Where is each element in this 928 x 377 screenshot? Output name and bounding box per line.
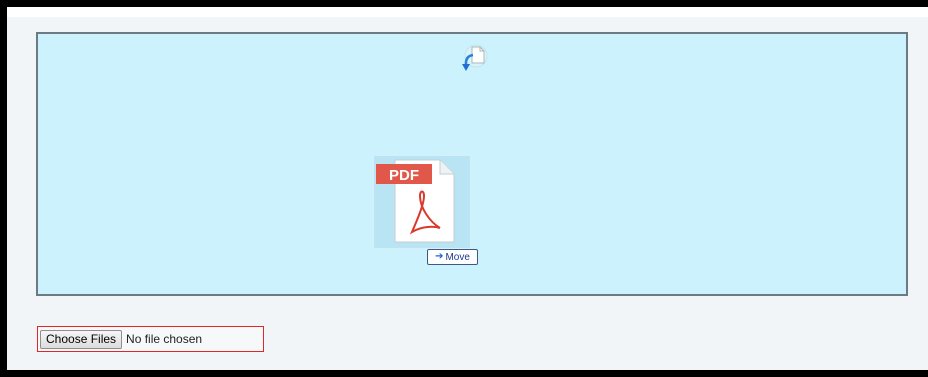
pdf-file-icon: PDF — [374, 156, 470, 248]
dragged-file-preview[interactable]: PDF — [373, 155, 471, 249]
drop-arrow-icon — [456, 42, 492, 78]
pdf-label: PDF — [389, 167, 419, 184]
choose-files-button[interactable]: Choose Files — [40, 329, 123, 349]
move-drag-badge: ➔ Move — [427, 249, 478, 265]
right-arrow-icon: ➔ — [435, 251, 444, 262]
no-file-status: No file chosen — [126, 332, 203, 346]
file-input[interactable]: Choose Files No file chosen — [37, 326, 264, 352]
move-label: Move — [445, 251, 470, 263]
file-drop-zone[interactable]: PDF ➔ Move — [36, 32, 908, 296]
upload-page: PDF ➔ Move Choose Files No file chosen — [7, 7, 928, 370]
top-strip — [7, 7, 928, 17]
